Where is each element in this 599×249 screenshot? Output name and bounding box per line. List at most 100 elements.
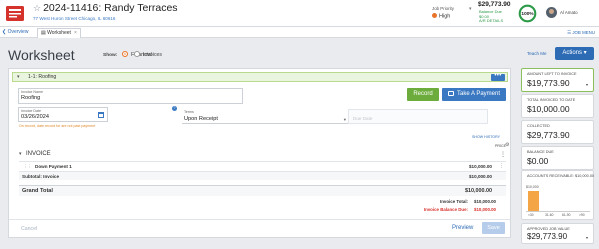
- page-title: Worksheet: [8, 47, 75, 63]
- due-date-field[interactable]: Due Date: [348, 109, 488, 124]
- invoice-icon: [6, 6, 24, 21]
- balance-due-label: Invoice Balance Due:: [423, 207, 469, 212]
- invoice-total: Invoice Total: $10,000.00: [440, 199, 496, 204]
- stat-label: TOTAL INVOICED TO DATE: [527, 98, 576, 102]
- kebab-menu-icon[interactable]: ⋮: [500, 151, 506, 158]
- job-title: ☆ 2024-11416: Randy Terraces: [33, 2, 178, 14]
- stat-value: $10,000.00: [527, 104, 570, 114]
- actions-button[interactable]: Actions ▾: [555, 47, 594, 60]
- stat-label: APPROVED JOB VALUE: [527, 227, 570, 231]
- balance-due-card: BALANCE DUE $0.00: [521, 146, 594, 170]
- avatar[interactable]: [546, 7, 557, 18]
- gear-icon[interactable]: ⚙: [505, 142, 509, 148]
- stat-label: BALANCE DUE: [527, 150, 554, 154]
- stat-label: AMOUNT LEFT TO INVOICE: [527, 72, 577, 76]
- progress-ring: 100%: [518, 4, 537, 23]
- stat-value: $0.00: [527, 156, 549, 166]
- chart-tick-label: 31-60: [545, 213, 554, 217]
- calendar-icon[interactable]: [98, 112, 104, 118]
- tab-overview[interactable]: ❮ Overview: [2, 28, 28, 38]
- star-icon[interactable]: ☆: [33, 3, 41, 13]
- stat-value: $19,773.90: [527, 78, 570, 88]
- chart-title: ACCOUNTS RECEIVABLE: $10,000.00: [527, 174, 595, 178]
- balance-summary: Balance Due $0.00 A/R DETAILS: [479, 9, 503, 24]
- table-row[interactable]: ⋮⋮ Down Payment 1 $10,000.00 ⋮: [19, 161, 506, 171]
- grand-total-amount: $10,000.00: [465, 188, 492, 194]
- invoice-date-value: 03/26/2024: [21, 114, 49, 120]
- priority-select[interactable]: High: [432, 13, 450, 20]
- card-icon: [447, 90, 454, 96]
- show-label: Show:: [103, 53, 118, 58]
- card-footer: Cancel Preview Save: [9, 219, 510, 237]
- invoice-card: ▾ 1-1: Roofing ••• Invoice Name Roofing …: [8, 68, 511, 238]
- invoice-balance-due: Invoice Balance Due: $10,000.00: [424, 207, 496, 212]
- progress-text: 100%: [521, 11, 534, 17]
- chevron-down-icon[interactable]: ▾: [586, 82, 588, 87]
- grand-total-label: Grand Total: [22, 188, 53, 194]
- invoice-table-title: INVOICE: [26, 151, 51, 157]
- chart-axis: [526, 211, 590, 212]
- invoice-name-label: Invoice Name: [21, 90, 43, 94]
- tab-worksheet[interactable]: ▤ Worksheet ×: [37, 28, 81, 38]
- stat-label: COLLECTED: [527, 124, 550, 128]
- radio-empty-icon: [134, 51, 140, 57]
- kebab-menu-icon[interactable]: ⋮: [499, 163, 504, 169]
- record-button[interactable]: Record: [407, 88, 439, 101]
- chevron-down-icon[interactable]: ▾: [19, 151, 22, 157]
- show-history-link[interactable]: SHOW HISTORY: [472, 135, 500, 139]
- job-menu-button[interactable]: ☰ JOB MENU: [567, 28, 595, 37]
- user-name[interactable]: Al Amato: [560, 10, 578, 15]
- chart-tick-label: <30: [528, 213, 534, 217]
- approved-job-value-card[interactable]: APPROVED JOB VALUE $29,773.90 ▾: [521, 223, 594, 244]
- terms-label: Terms: [184, 110, 194, 114]
- invoice-name-value: Roofing: [21, 95, 41, 101]
- more-options-button[interactable]: •••: [491, 73, 505, 81]
- chart-bar: [528, 191, 539, 211]
- drag-handle-icon[interactable]: ⋮⋮: [23, 164, 32, 170]
- chart-tick-label: >90: [579, 213, 585, 217]
- date-warning: On record, date record for are not past …: [19, 124, 96, 128]
- tab-bar: ❮ Overview ▤ Worksheet × ☰ JOB MENU: [0, 27, 599, 38]
- invoice-table-header[interactable]: ▾ INVOICE ⋮: [19, 151, 506, 159]
- chevron-down-icon[interactable]: ▾: [17, 74, 20, 80]
- line-item-label: Down Payment 1: [35, 164, 72, 169]
- stat-value: $29,773.90: [527, 232, 568, 241]
- teach-me-link[interactable]: Teach Me: [527, 51, 547, 56]
- terms-select[interactable]: Terms Upon Receipt ▾: [182, 109, 348, 124]
- radio-selected-icon: [122, 51, 128, 57]
- cancel-button[interactable]: Cancel: [21, 226, 37, 232]
- chevron-down-icon: ▾: [343, 117, 346, 122]
- balance-due-amount: $10,000.00: [474, 207, 496, 212]
- subtotal-amount: $10,000.00: [469, 174, 492, 179]
- section-title: 1-1: Roofing: [28, 74, 57, 80]
- save-button[interactable]: Save: [482, 222, 505, 234]
- collected-card: COLLECTED $29,773.90: [521, 120, 594, 144]
- invoice-date-label: Invoice Date: [21, 109, 41, 113]
- take-payment-button[interactable]: Take A Payment: [442, 88, 506, 101]
- total-invoiced-card: TOTAL INVOICED TO DATE $10,000.00: [521, 94, 594, 118]
- help-icon[interactable]: ?: [172, 106, 177, 111]
- job-amount: $29,773.90: [478, 1, 511, 8]
- chevron-down-icon[interactable]: ▾: [586, 235, 588, 240]
- subtotal-row: Subtotal: Invoice $10,000.00: [19, 171, 506, 180]
- chevron-down-icon[interactable]: ▾: [469, 6, 472, 12]
- terms-value: Upon Receipt: [184, 116, 218, 122]
- subtotal-label: Subtotal: Invoice: [22, 174, 60, 179]
- priority-label: Job Priority: [432, 6, 454, 11]
- ar-details-link[interactable]: A/R DETAILS: [479, 19, 503, 24]
- stat-value: $29,773.90: [527, 130, 570, 140]
- invoice-date-field[interactable]: Invoice Date 03/26/2024: [18, 107, 108, 122]
- invoice-total-label: Invoice Total:: [440, 199, 469, 204]
- chart-tick-label: 61-90: [562, 213, 571, 217]
- invoice-name-field[interactable]: Invoice Name Roofing: [18, 88, 243, 104]
- amount-left-card[interactable]: AMOUNT LEFT TO INVOICE $19,773.90 ▾: [521, 68, 594, 92]
- chevron-down-icon: ▾: [583, 50, 587, 56]
- radio-invoices[interactable]: Invoices: [134, 51, 162, 59]
- accounts-receivable-card: ACCOUNTS RECEIVABLE: $10,000.00 $10,000 <…: [521, 170, 594, 220]
- invoice-total-amount: $10,000.00: [474, 199, 496, 204]
- job-address[interactable]: 77 West Huron Street Chicago, IL 60616: [33, 16, 115, 21]
- grand-total-row: Grand Total $10,000.00: [19, 185, 506, 196]
- close-icon[interactable]: ×: [74, 30, 77, 36]
- invoice-section-header[interactable]: ▾ 1-1: Roofing •••: [12, 72, 508, 82]
- preview-button[interactable]: Preview: [452, 225, 473, 231]
